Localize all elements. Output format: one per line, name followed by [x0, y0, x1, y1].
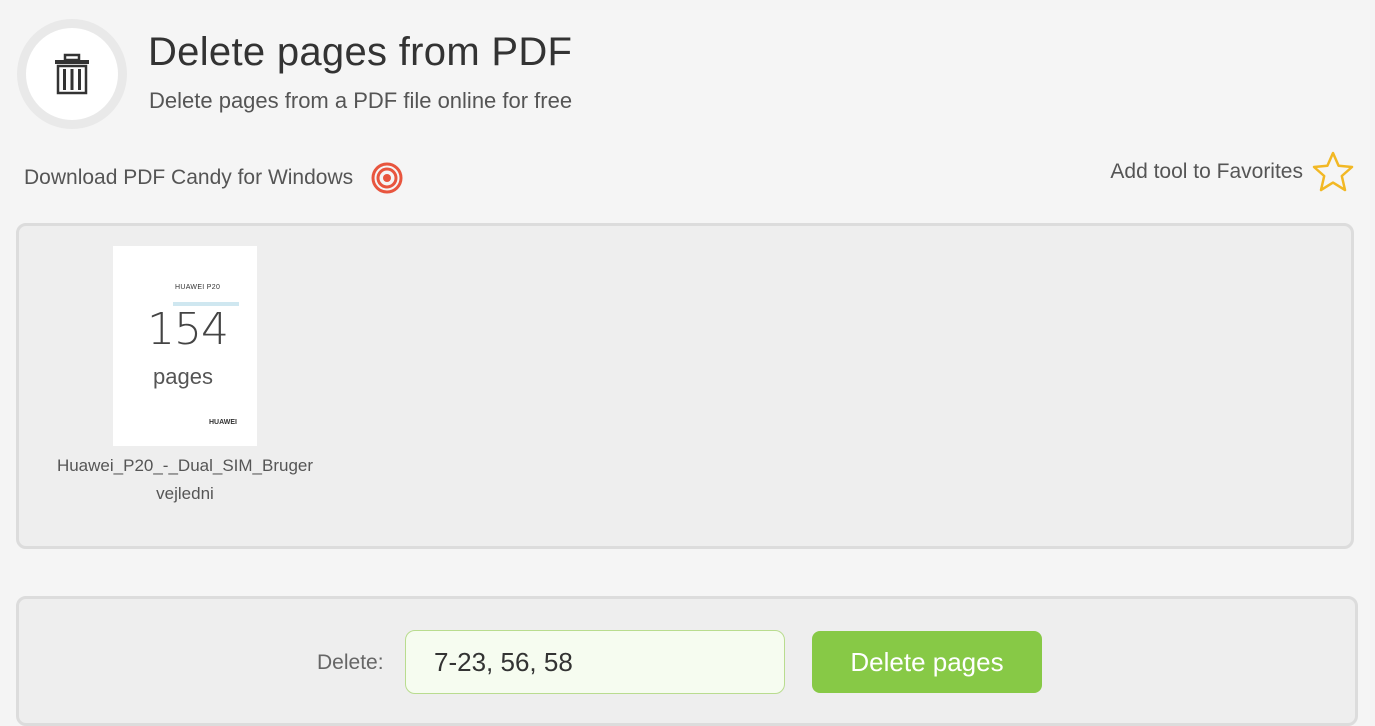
- action-panel: Delete: Delete pages: [16, 596, 1358, 726]
- page-title: Delete pages from PDF: [148, 30, 573, 74]
- download-link-label: Download PDF Candy for Windows: [24, 166, 354, 189]
- page-subtitle: Delete pages from a PDF file online for …: [149, 88, 573, 113]
- favorites-label: Add tool to Favorites: [1110, 160, 1303, 183]
- files-panel: HUAWEI P20 154 pages HUAWEI Huawei_P20_-…: [16, 223, 1354, 549]
- trash-icon: [55, 53, 89, 95]
- file-name: Huawei_P20_-_Dual_SIM_Brugervejledni: [56, 456, 314, 503]
- delete-label: Delete:: [317, 651, 384, 674]
- thumbnail-brand-top: HUAWEI P20: [175, 284, 221, 291]
- tool-icon-circle: [26, 28, 118, 120]
- star-icon: [1311, 150, 1355, 194]
- file-thumbnail[interactable]: HUAWEI P20 154 pages HUAWEI: [113, 246, 257, 446]
- thumbnail-brand-bottom: HUAWEI: [209, 419, 237, 426]
- download-windows-link[interactable]: Download PDF Candy for Windows: [24, 162, 403, 194]
- page-range-input[interactable]: [405, 630, 785, 694]
- pages-label: pages: [153, 364, 213, 389]
- add-to-favorites-link[interactable]: Add tool to Favorites: [1110, 150, 1355, 194]
- candy-swirl-icon: [371, 162, 403, 194]
- page-count: 154: [147, 304, 229, 355]
- file-card[interactable]: HUAWEI P20 154 pages HUAWEI Huawei_P20_-…: [57, 246, 313, 508]
- delete-pages-button[interactable]: Delete pages: [812, 631, 1042, 693]
- tool-icon-badge: [17, 19, 127, 129]
